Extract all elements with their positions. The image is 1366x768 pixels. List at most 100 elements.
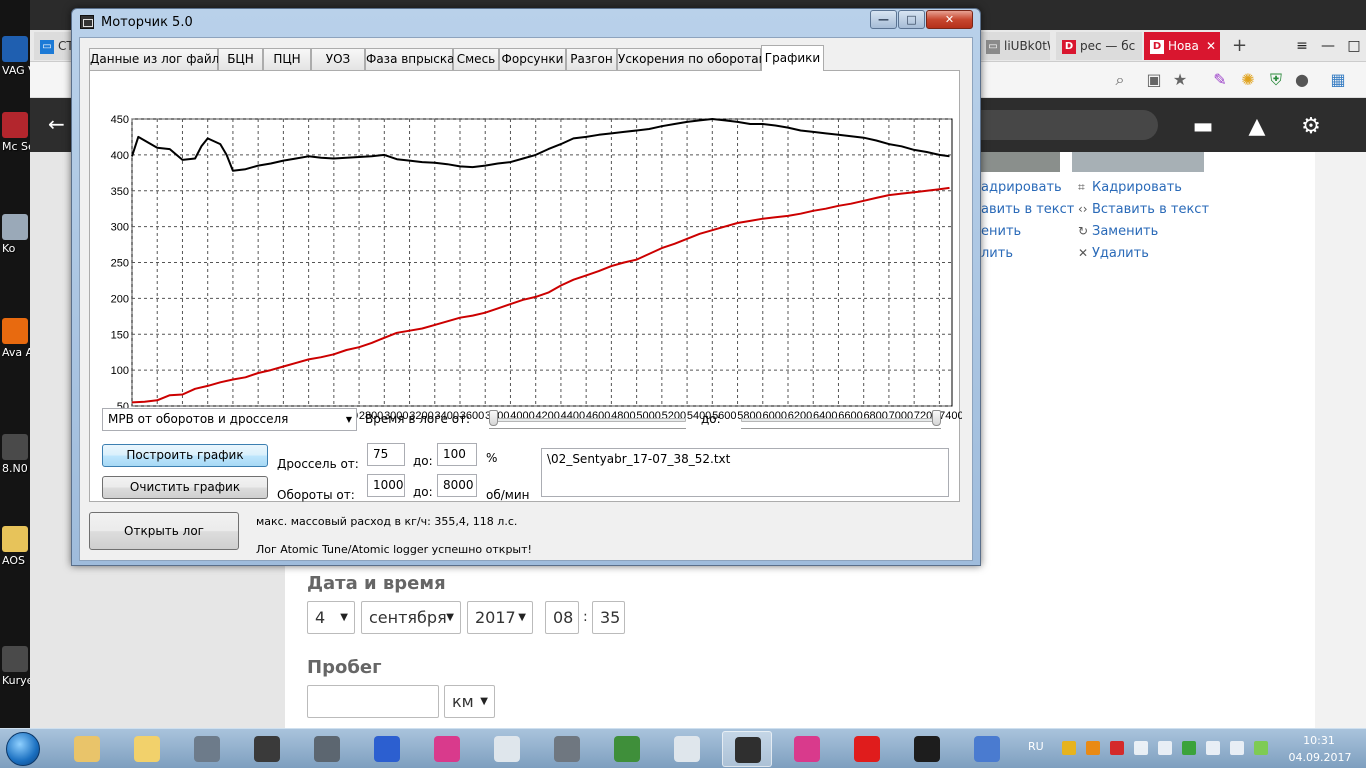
build-graph-button[interactable]: Построить график <box>102 444 268 467</box>
back-arrow-icon[interactable]: ← <box>48 112 65 136</box>
new-tab-button[interactable]: + <box>1226 32 1250 60</box>
log-file-textbox[interactable]: \02_Sentyabr_17-07_38_52.txt <box>541 448 949 497</box>
browser-menu-icon[interactable]: ≡ <box>1288 32 1316 60</box>
insert-into-text-link[interactable]: ‹› Вставить в текст <box>1078 202 1209 217</box>
time-from-slider[interactable] <box>489 410 686 430</box>
mileage-input[interactable] <box>307 685 439 718</box>
tab-graphs[interactable]: Графики <box>761 45 824 71</box>
rpm-to-input[interactable]: 8000 <box>437 474 477 497</box>
year-select[interactable]: 2017 ▼ <box>467 601 533 634</box>
desktop-icon[interactable]: Kurye <box>2 646 32 687</box>
minimize-button[interactable]: — <box>870 10 897 29</box>
browser-minimize-icon[interactable]: — <box>1314 32 1342 60</box>
tray-app-icon[interactable] <box>1062 741 1076 755</box>
browser-tab[interactable]: Dрес — бс <box>1056 32 1142 60</box>
usb-icon[interactable] <box>1206 741 1220 755</box>
maximize-button[interactable]: □ <box>898 10 925 29</box>
clock-date[interactable]: 04.09.2017 <box>1285 751 1355 764</box>
taskbar-button-app11[interactable] <box>662 731 712 767</box>
zoom-icon[interactable]: ⌕ <box>1110 70 1130 90</box>
shield-icon[interactable]: ⛨ <box>1266 70 1286 90</box>
photo-thumbnail[interactable] <box>980 152 1060 172</box>
close-button[interactable]: ✕ <box>926 10 973 29</box>
hour-input[interactable]: 08 <box>545 601 579 634</box>
taskbar-button-app5[interactable] <box>302 731 352 767</box>
pen-icon[interactable]: ✎ <box>1210 70 1230 90</box>
desktop-icon[interactable]: VAG Volks <box>2 36 32 77</box>
taskbar-button-app6[interactable] <box>362 731 412 767</box>
month-select[interactable]: сентября ▼ <box>361 601 461 634</box>
tab-mixture[interactable]: Смесь <box>453 48 499 70</box>
tab-acceleration[interactable]: Разгон <box>566 48 617 70</box>
network-icon[interactable] <box>1134 741 1148 755</box>
slider-thumb[interactable] <box>932 410 941 426</box>
desktop-icon[interactable]: 8.N0 <box>2 434 30 475</box>
tab-bcn[interactable]: БЦН <box>218 48 263 70</box>
taskbar-button-app3[interactable] <box>182 731 232 767</box>
taskbar-button-app2[interactable] <box>122 731 172 767</box>
desktop-icon[interactable]: Mc Secu <box>2 112 32 153</box>
crop-link-left[interactable]: адрировать <box>981 180 1062 195</box>
open-log-button[interactable]: Открыть лог <box>89 512 239 550</box>
start-button[interactable] <box>6 732 40 766</box>
taskbar-button-app4[interactable] <box>242 731 292 767</box>
taskbar-button-explorer[interactable] <box>62 731 112 767</box>
weather-icon[interactable]: ✺ <box>1238 70 1258 90</box>
replace-link-left[interactable]: енить <box>981 224 1021 239</box>
window-titlebar[interactable]: Моторчик 5.0 — □ ✕ <box>72 9 980 37</box>
clear-graph-button[interactable]: Очистить график <box>102 476 268 499</box>
browser-tab-active[interactable]: D Нова ✕ <box>1144 32 1220 60</box>
taskbar-button-app7[interactable] <box>422 731 472 767</box>
image-icon[interactable]: ▦ <box>1328 70 1348 90</box>
messages-icon[interactable]: ▬ <box>1188 112 1218 142</box>
tray-close-icon[interactable] <box>1110 741 1124 755</box>
tab-uoz[interactable]: УОЗ <box>311 48 365 70</box>
browser-tab[interactable]: ▭liUBk0tW <box>980 32 1050 60</box>
taskbar-button-motorchik[interactable] <box>722 731 772 767</box>
tab-pcn[interactable]: ПЦН <box>263 48 311 70</box>
desktop-icon[interactable]: Ko <box>2 214 30 255</box>
replace-link[interactable]: ↻ Заменить <box>1078 224 1158 239</box>
bookmark-star-icon[interactable]: ★ <box>1170 70 1190 90</box>
browser-maximize-icon[interactable]: □ <box>1340 32 1366 60</box>
bell-icon[interactable]: ▲ <box>1242 112 1272 142</box>
taskbar-button-app8[interactable] <box>482 731 532 767</box>
taskbar-button-app10[interactable] <box>602 731 652 767</box>
throttle-from-input[interactable]: 75 <box>367 443 405 466</box>
graph-type-select[interactable]: МРВ от оборотов и дросселя ▼ <box>102 408 357 431</box>
taskbar-button-app9[interactable] <box>542 731 592 767</box>
minute-input[interactable]: 35 <box>592 601 625 634</box>
taskbar-button-app13[interactable] <box>782 731 832 767</box>
taskbar-button-yandex-browser[interactable] <box>842 731 892 767</box>
volume-icon[interactable] <box>1158 741 1172 755</box>
insert-link-left[interactable]: авить в текст <box>981 202 1074 217</box>
site-search-input[interactable] <box>970 110 1158 140</box>
rpm-from-input[interactable]: 1000 <box>367 474 405 497</box>
taskbar-button-app15[interactable] <box>902 731 952 767</box>
tab-injection-phase[interactable]: Фаза впрыска <box>365 48 454 70</box>
tab-rpm-acceleration[interactable]: Ускорения по оборотам <box>617 48 768 70</box>
delete-link[interactable]: ✕ Удалить <box>1078 246 1149 261</box>
slider-thumb[interactable] <box>489 410 498 426</box>
language-indicator[interactable]: RU <box>1028 740 1044 753</box>
crop-link[interactable]: ⌗ Кадрировать <box>1078 180 1182 195</box>
photo-thumbnail[interactable] <box>1072 152 1204 172</box>
gear-icon[interactable]: ⚙ <box>1296 112 1326 142</box>
delete-link-left[interactable]: лить <box>981 246 1013 261</box>
tab-close-icon[interactable]: ✕ <box>1206 32 1216 60</box>
taskbar-button-app16[interactable] <box>962 731 1012 767</box>
clock-time[interactable]: 10:31 <box>1299 734 1339 747</box>
tab-injectors[interactable]: Форсунки <box>499 48 566 70</box>
flag-icon[interactable] <box>1230 741 1244 755</box>
bulb-icon[interactable]: ● <box>1292 70 1312 90</box>
desktop-icon[interactable]: Ava Ant <box>2 318 32 359</box>
day-select[interactable]: 4 ▼ <box>307 601 355 634</box>
tray-check-icon[interactable] <box>1182 741 1196 755</box>
tab-log-data[interactable]: Данные из лог файла <box>89 48 227 70</box>
throttle-to-input[interactable]: 100 <box>437 443 477 466</box>
mileage-unit-select[interactable]: км ▼ <box>444 685 495 718</box>
tray-sync-icon[interactable] <box>1254 741 1268 755</box>
desktop-icon[interactable]: AOS <box>2 526 30 567</box>
tray-warning-icon[interactable] <box>1086 741 1100 755</box>
time-to-slider[interactable] <box>741 410 941 430</box>
